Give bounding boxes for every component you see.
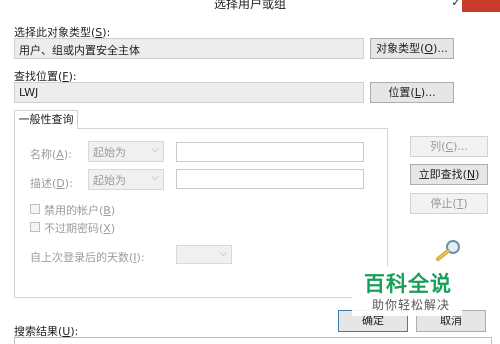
window-title: 选择用户或组: [213, 0, 286, 11]
watermark-subtitle: 助你轻松解决: [372, 298, 451, 312]
name-mode-dropdown[interactable]: 起始为 ⌵: [88, 141, 164, 162]
chevron-down-icon: ⌵: [151, 144, 159, 155]
chevron-down-icon: ⌵: [151, 172, 159, 183]
object-types-button[interactable]: 对象类型(O)...: [370, 38, 454, 59]
search-results-list[interactable]: [14, 337, 492, 344]
description-input[interactable]: [176, 169, 364, 189]
object-type-field: 用户、组或内置安全主体: [14, 38, 364, 59]
find-now-button[interactable]: 立即查找(N): [410, 164, 488, 185]
stop-button[interactable]: 停止(T): [410, 193, 488, 214]
close-icon[interactable]: [462, 0, 500, 12]
non-expiring-password-checkbox[interactable]: [30, 222, 40, 232]
description-label: 描述(D):: [30, 177, 73, 190]
non-expiring-password-label: 不过期密码(X): [44, 222, 116, 235]
locations-button[interactable]: 位置(L)...: [370, 82, 454, 103]
title-bar: 选择用户或组 ✓: [0, 0, 500, 12]
search-magnifier-icon: [432, 238, 466, 264]
watermark-title: 百科全说: [364, 272, 452, 296]
tab-common-queries[interactable]: 一般性查询: [14, 110, 78, 129]
disabled-accounts-checkbox[interactable]: [30, 204, 40, 214]
columns-button[interactable]: 列(C)...: [410, 136, 488, 157]
name-label: 名称(A):: [30, 148, 72, 161]
name-input[interactable]: [176, 142, 364, 162]
location-field: LWJ: [14, 82, 364, 103]
disabled-accounts-label: 禁用的帐户(B): [44, 204, 116, 217]
days-since-logon-dropdown[interactable]: ⌵: [176, 245, 232, 264]
days-since-logon-label: 自上次登录后的天数(I):: [30, 251, 145, 264]
chevron-down-icon: ⌵: [219, 248, 227, 259]
description-mode-dropdown[interactable]: 起始为 ⌵: [88, 169, 164, 190]
